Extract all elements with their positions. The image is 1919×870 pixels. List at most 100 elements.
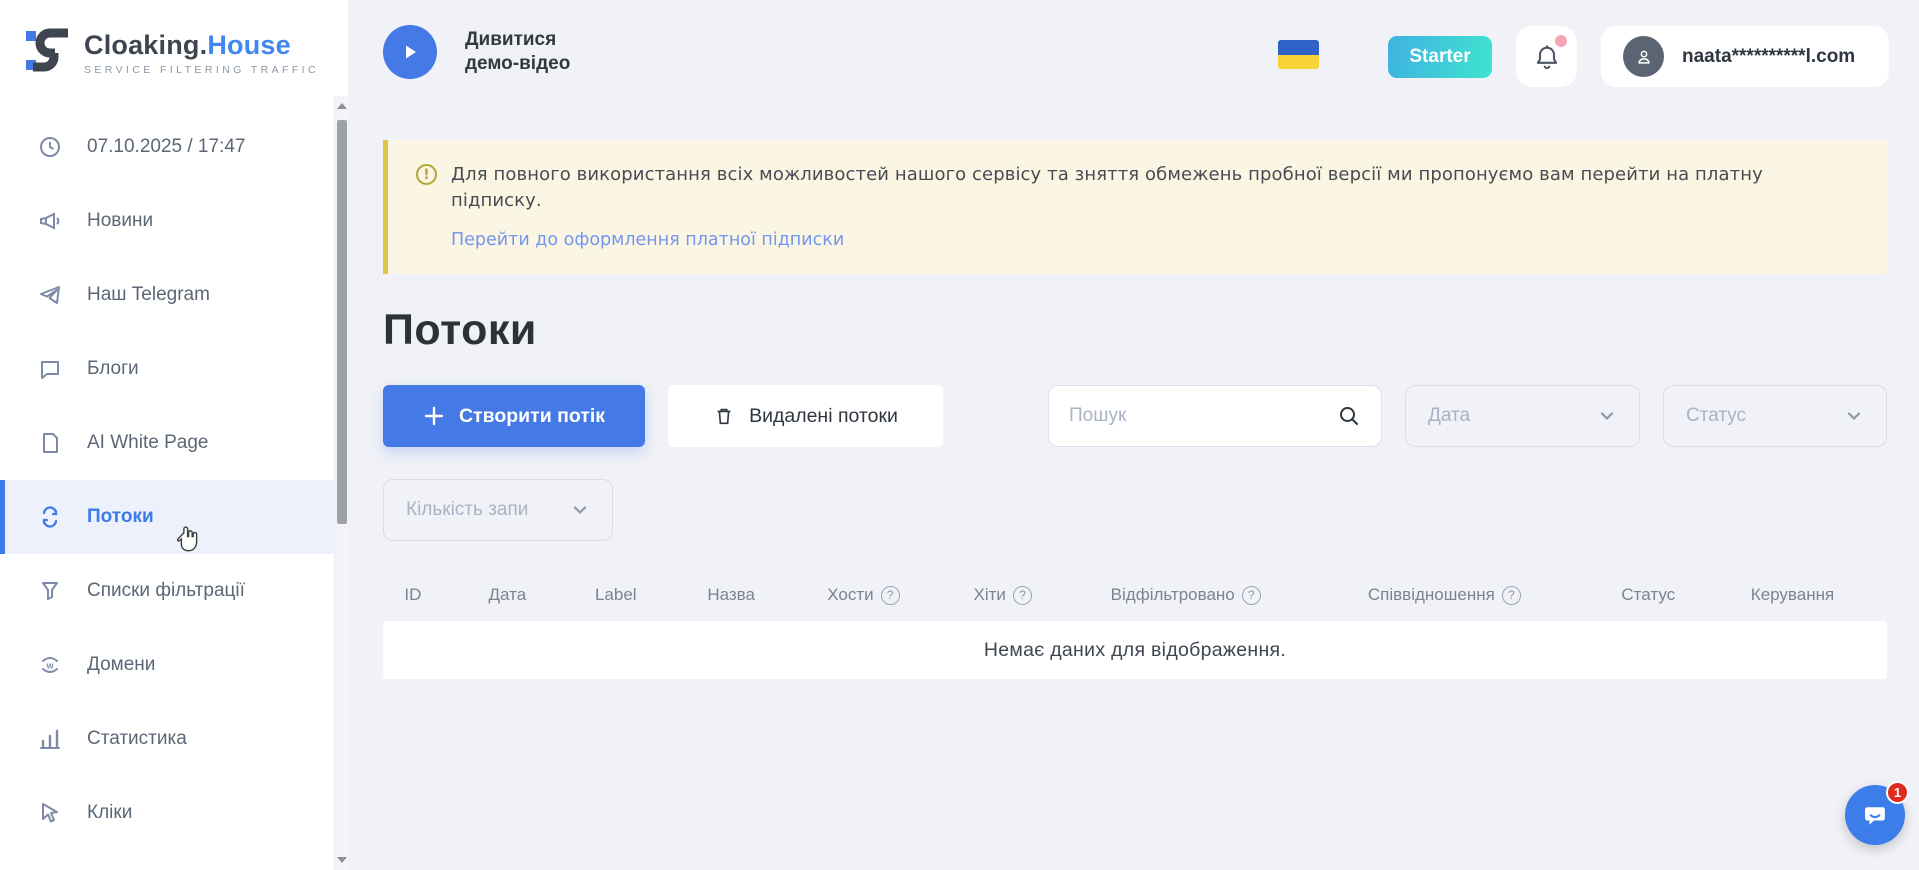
flag-blue-stripe (1278, 40, 1319, 55)
column-header-filtered: Відфільтровано? (1081, 585, 1290, 605)
records-count-select[interactable]: Кількість запи (383, 479, 613, 541)
table-header-row: ID Дата Label Назва Хости? Хіти? Відфіль… (383, 585, 1887, 605)
sidebar-item-label: Блоги (87, 358, 139, 380)
column-header-hits: Хіти? (924, 585, 1081, 605)
chevron-down-icon (1597, 406, 1617, 426)
user-email: naata**********l.com (1682, 46, 1855, 68)
brand-tagline: SERVICE FILTERING TRAFFIC (84, 64, 319, 76)
column-header-date: Дата (443, 585, 572, 605)
chevron-down-icon (570, 500, 590, 520)
user-account-button[interactable]: naata**********l.com (1601, 26, 1889, 87)
chat-launcher-button[interactable]: 1 (1845, 785, 1905, 845)
sidebar-item-label: Новини (87, 210, 153, 232)
date-filter-label: Дата (1428, 405, 1470, 427)
sidebar-item-telegram[interactable]: Наш Telegram (0, 258, 335, 332)
notification-dot (1555, 35, 1567, 47)
plan-badge[interactable]: Starter (1388, 36, 1492, 78)
search-icon[interactable] (1337, 404, 1361, 428)
clock-icon (37, 134, 63, 160)
sidebar-item-label: 07.10.2025 / 17:47 (87, 136, 245, 158)
notifications-button[interactable] (1516, 26, 1577, 87)
status-filter-select[interactable]: Статус (1663, 385, 1887, 447)
warning-icon: ! (416, 164, 437, 185)
language-flag-ukraine[interactable] (1278, 40, 1319, 69)
click-cursor-icon (37, 800, 63, 826)
chat-bubble-icon (37, 356, 63, 382)
trial-warning-banner: ! Для повного використання всіх можливос… (383, 140, 1887, 274)
subscription-link[interactable]: Перейти до оформлення платної підписки (451, 230, 844, 250)
create-stream-button[interactable]: Створити потік (383, 385, 645, 447)
play-icon[interactable] (383, 25, 437, 79)
plus-icon (423, 405, 445, 427)
sidebar-item-statistics[interactable]: Статистика (0, 702, 335, 776)
user-avatar-icon (1623, 36, 1664, 77)
column-header-manage: Керування (1698, 585, 1887, 605)
brand-name-secondary: House (207, 30, 291, 60)
app-root: Cloaking.House SERVICE FILTERING TRAFFIC… (0, 0, 1919, 870)
column-header-label: Label (572, 585, 660, 605)
help-icon[interactable]: ? (1502, 586, 1521, 605)
deleted-streams-button[interactable]: Видалені потоки (668, 385, 943, 447)
status-filter-label: Статус (1686, 405, 1746, 427)
chevron-down-icon (1844, 406, 1864, 426)
sidebar-item-label: AI White Page (87, 432, 208, 454)
column-header-id: ID (383, 585, 443, 605)
search-input[interactable] (1069, 405, 1337, 427)
sidebar-item-domains[interactable]: w Домени (0, 628, 335, 702)
help-icon[interactable]: ? (1013, 586, 1032, 605)
sidebar-item-label: Статистика (87, 728, 187, 750)
telegram-icon (37, 282, 63, 308)
banner-text: Для повного використання всіх можливосте… (451, 162, 1857, 214)
sidebar-item-label: Домени (87, 654, 155, 676)
demo-video-button[interactable]: Дивитися демо-відео (383, 25, 590, 79)
sync-icon (37, 504, 63, 530)
brand-name-primary: Cloaking. (84, 30, 207, 60)
sidebar-item-blogs[interactable]: Блоги (0, 332, 335, 406)
top-header: Дивитися демо-відео Starter naata*******… (348, 0, 1919, 113)
sidebar-item-label: Кліки (87, 802, 132, 824)
chat-unread-badge: 1 (1886, 781, 1909, 804)
bell-icon (1533, 43, 1561, 71)
flag-yellow-stripe (1278, 55, 1319, 70)
search-box[interactable] (1048, 385, 1382, 447)
brand-logo[interactable]: Cloaking.House SERVICE FILTERING TRAFFIC (0, 0, 348, 81)
sidebar-item-label: Списки фільтрації (87, 580, 245, 602)
column-header-name: Назва (660, 585, 803, 605)
sidebar-item-filter-lists[interactable]: Списки фільтрації (0, 554, 335, 628)
demo-video-label[interactable]: Дивитися демо-відео (465, 28, 590, 76)
column-header-ratio: Співвідношення? (1290, 585, 1598, 605)
scrollbar-down-arrow-icon[interactable] (335, 852, 349, 868)
sidebar-item-ai-white-page[interactable]: AI White Page (0, 406, 335, 480)
page-title: Потоки (383, 306, 1887, 355)
help-icon[interactable]: ? (1242, 586, 1261, 605)
funnel-icon (37, 578, 63, 604)
domains-icon: w (37, 652, 63, 678)
page-icon (37, 430, 63, 456)
column-header-hosts: Хости? (803, 585, 924, 605)
table-empty-state: Немає даних для відображення. (383, 621, 1887, 679)
scrollbar-thumb[interactable] (337, 120, 347, 524)
create-stream-label: Створити потік (459, 405, 605, 428)
date-filter-select[interactable]: Дата (1405, 385, 1640, 447)
sidebar-item-news[interactable]: Новини (0, 184, 335, 258)
scrollbar-up-arrow-icon[interactable] (335, 98, 349, 114)
bar-chart-icon (37, 726, 63, 752)
toolbar: Створити потік Видалені потоки Дата Стат… (383, 385, 1887, 447)
sidebar-scrollbar[interactable] (334, 96, 348, 870)
megaphone-icon (37, 208, 63, 234)
deleted-streams-label: Видалені потоки (749, 405, 898, 428)
sidebar-item-streams[interactable]: Потоки (0, 480, 335, 554)
toolbar-row-2: Кількість запи (383, 479, 1887, 541)
help-icon[interactable]: ? (881, 586, 900, 605)
sidebar-nav: 07.10.2025 / 17:47 Новини Наш Telegram Б… (0, 110, 335, 850)
sidebar-item-datetime[interactable]: 07.10.2025 / 17:47 (0, 110, 335, 184)
brand-name: Cloaking.House SERVICE FILTERING TRAFFIC (84, 30, 319, 76)
column-header-status: Статус (1599, 585, 1698, 605)
sidebar-item-label: Потоки (87, 506, 154, 528)
trash-icon (713, 405, 735, 427)
sidebar: Cloaking.House SERVICE FILTERING TRAFFIC… (0, 0, 348, 870)
sidebar-item-clicks[interactable]: Кліки (0, 776, 335, 850)
main-content: ! Для повного використання всіх можливос… (383, 140, 1887, 679)
sidebar-item-label: Наш Telegram (87, 284, 210, 306)
svg-text:w: w (45, 661, 54, 671)
